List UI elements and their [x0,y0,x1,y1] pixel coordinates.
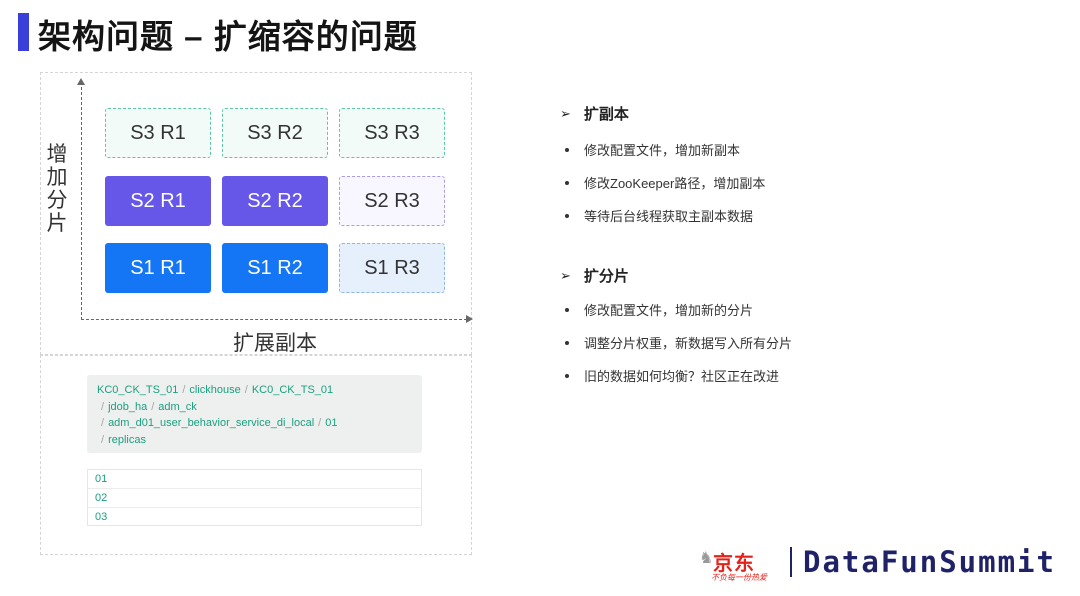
list-item[interactable]: 03 [88,508,421,527]
path-segment[interactable]: 01 [325,417,337,429]
path-segment[interactable]: jdob_ha [108,401,147,413]
jd-slogan: 不负每一份热爱 [711,573,767,582]
jd-logo: ♞ 京东 不负每一份热爱 [699,545,777,585]
section-add-replica: ➢ 扩副本 [560,103,629,124]
path-segment[interactable]: adm_d01_user_behavior_service_di_local [108,417,314,429]
path-segment[interactable]: clickhouse [189,384,240,396]
y-axis-label: 增加分片 [46,143,68,235]
replica-cell-s2-r3: S2 R3 [339,176,445,226]
replica-cell-s1-r2: S1 R2 [222,243,328,293]
page-title: 架构问题 – 扩缩容的问题 [38,18,418,55]
title-accent-bar [18,13,29,51]
path-segment[interactable]: adm_ck [158,401,197,413]
x-axis-arrow-icon [466,315,473,323]
bullet-item: 修改ZooKeeper路径，增加副本 [565,173,765,192]
replica-cell-s2-r1: S2 R1 [105,176,211,226]
bullet-item: 修改配置文件，增加新的分片 [565,300,753,319]
x-axis-label: 扩展副本 [233,332,317,355]
arrowhead-icon: ➢ [560,267,571,283]
dot-icon [565,373,569,378]
replica-list: 01 02 03 [87,469,422,526]
x-axis-line [81,319,467,320]
path-segment[interactable]: KC0_CK_TS_01 [252,384,333,396]
replica-cell-s2-r2: S2 R2 [222,176,328,226]
y-axis-line [81,82,82,320]
path-separator: / [101,400,105,413]
dot-icon [565,340,569,345]
bullet-item: 等待后台线程获取主副本数据 [565,206,753,225]
section-add-shard: ➢ 扩分片 [560,265,629,286]
arrowhead-icon: ➢ [560,105,571,121]
list-item[interactable]: 02 [88,489,421,508]
path-separator: / [244,384,248,396]
bullet-text: 修改配置文件，增加新的分片 [584,303,754,318]
path-segment[interactable]: KC0_CK_TS_01 [97,384,178,396]
dot-icon [565,147,569,152]
bullet-item: 旧的数据如何均衡？社区正在改进 [565,366,779,385]
dot-icon [565,180,569,185]
jd-dog-icon: ♞ [699,550,714,567]
bullet-text: 调整分片权重，新数据写入所有分片 [584,336,793,351]
path-separator: / [151,400,155,413]
path-separator: / [318,417,322,429]
list-item[interactable]: 01 [88,470,421,489]
replica-cell-s3-r3: S3 R3 [339,108,445,158]
path-segment[interactable]: replicas [108,434,146,446]
path-separator: / [101,417,105,429]
y-axis-arrow-icon [77,78,85,85]
zk-path-breadcrumb: KC0_CK_TS_01/clickhouse / KC0_CK_TS_01 /jd… [87,375,422,453]
dot-icon [565,307,569,312]
section-heading: 扩副本 [583,106,629,123]
section-heading: 扩分片 [583,268,629,285]
replica-cell-s3-r2: S3 R2 [222,108,328,158]
bullet-item: 修改配置文件，增加新副本 [565,140,740,159]
path-separator: / [101,433,105,446]
replica-cell-s3-r1: S3 R1 [105,108,211,158]
bullet-text: 旧的数据如何均衡？社区正在改进 [584,369,780,384]
bullet-item: 调整分片权重，新数据写入所有分片 [565,333,792,352]
path-separator: / [182,384,186,396]
dot-icon [565,213,569,218]
bullet-text: 修改ZooKeeper路径，增加副本 [584,176,766,191]
bullet-text: 修改配置文件，增加新副本 [584,143,741,158]
bullet-text: 等待后台线程获取主副本数据 [584,209,754,224]
datafunsummit-logo: DataFunSummit [803,545,1056,579]
replica-cell-s1-r1: S1 R1 [105,243,211,293]
replica-cell-s1-r3: S1 R3 [339,243,445,293]
logo-divider [790,547,792,577]
